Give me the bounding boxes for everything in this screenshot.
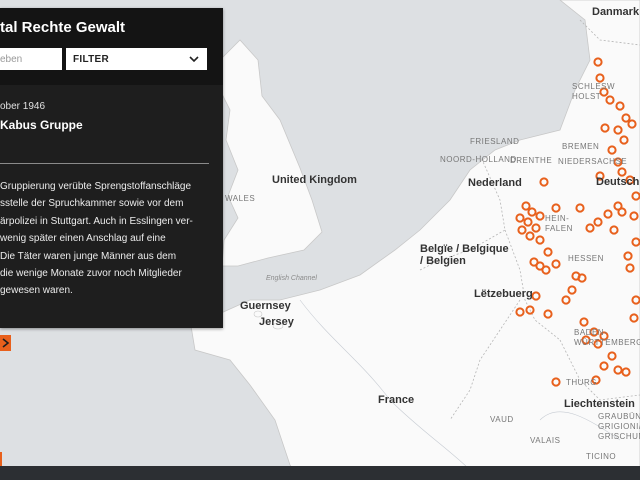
label-france: France xyxy=(378,394,415,406)
label-jersey: Jersey xyxy=(259,316,294,328)
label-danmark: Danmark xyxy=(592,6,640,18)
label-belgium: Belgïe / Belgique / Belgien xyxy=(420,243,509,267)
label-schleswig: SCHLESW HOLST xyxy=(572,82,616,101)
panel-divider xyxy=(0,163,209,164)
label-bremen: BREMEN xyxy=(562,142,600,151)
label-friesland: FRIESLAND xyxy=(470,137,520,146)
description-line: wenig später einen Anschlag auf eine xyxy=(0,233,166,245)
label-deutschland: Deutschl xyxy=(596,176,640,188)
label-ticino: TICINO xyxy=(586,452,617,461)
label-nordrhein: HEIN- FALEN xyxy=(545,214,573,233)
label-united-kingdom: United Kingdom xyxy=(272,174,357,186)
label-noord-holland: NOORD-HOLLAND xyxy=(440,155,517,164)
description-line: Gruppierung verübte Sprengstoffanschläge xyxy=(0,181,192,192)
next-event-button[interactable] xyxy=(0,335,11,351)
chevron-right-icon xyxy=(2,338,9,348)
description-line: gewesen waren. xyxy=(0,285,73,297)
label-english-channel: English Channel xyxy=(266,275,317,282)
label-liechtenstein: Liechtenstein xyxy=(564,398,635,410)
label-graubuenden: GRAUBÜNDEN/ GRIGIONI/ GRISCHUN xyxy=(598,412,640,441)
chevron-down-icon xyxy=(189,56,199,63)
search-input[interactable]: eben xyxy=(0,48,62,70)
label-guernsey: Guernsey xyxy=(240,300,291,312)
label-nederland: Nederland xyxy=(468,177,522,189)
label-niedersachsen: NIEDERSACHSE xyxy=(558,157,628,166)
description-line: die wenige Monate zuvor noch Mitglieder xyxy=(0,268,182,280)
filter-dropdown[interactable]: FILTER xyxy=(66,48,207,70)
description-line: ärpolizei in Stuttgart. Auch in Esslinge… xyxy=(0,215,193,227)
label-hessen: HESSEN xyxy=(568,254,604,263)
page-title: tal Rechte Gewalt xyxy=(0,19,126,36)
panel-header: tal Rechte Gewalt eben FILTER xyxy=(0,8,223,85)
search-placeholder: eben xyxy=(0,53,23,65)
label-baden-wuerttemberg: BADEN- WÜRTTEMBERG xyxy=(574,328,640,347)
event-group: Kabus Gruppe xyxy=(0,118,83,132)
event-description: Gruppierung verübte Sprengstoffanschläge… xyxy=(0,178,212,300)
label-valais: VALAIS xyxy=(530,436,561,445)
info-panel: tal Rechte Gewalt eben FILTER ober 1946 … xyxy=(0,8,223,328)
description-line: sstelle der Spruchkammer sowie vor dem xyxy=(0,198,184,210)
label-thurgau: THURG xyxy=(566,378,597,387)
label-drenthe: DRENTHE xyxy=(510,156,553,165)
event-date: ober 1946 xyxy=(0,101,46,112)
label-wales: WALES xyxy=(225,194,256,203)
label-vaud: VAUD xyxy=(490,415,514,424)
timeline-bar[interactable] xyxy=(0,466,640,480)
description-line: Die Täter waren junge Männer aus dem xyxy=(0,250,177,262)
filter-label: FILTER xyxy=(73,53,110,65)
label-letzebuerg: Lëtzebuerg xyxy=(474,288,533,300)
